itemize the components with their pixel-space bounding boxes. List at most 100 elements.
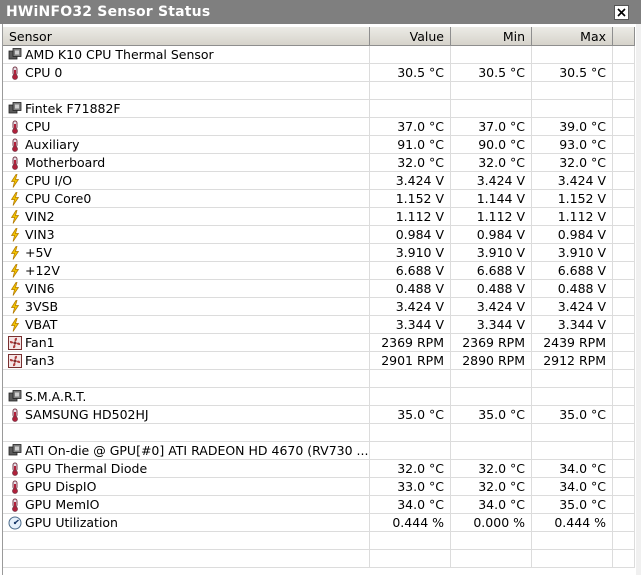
sensor-value-text: 1.112 V	[395, 209, 444, 224]
sensor-min-text: 37.0 °C	[478, 119, 525, 134]
sensor-max-text: 35.0 °C	[559, 497, 606, 512]
sensor-row[interactable]: +5V 3.910 V 3.910 V 3.910 V	[3, 244, 635, 262]
sensor-min-text: 32.0 °C	[478, 155, 525, 170]
sensor-row[interactable]: VIN2 1.112 V 1.112 V 1.112 V	[3, 208, 635, 226]
thermometer-icon	[8, 156, 22, 170]
sensor-min: 90.0 °C	[451, 136, 532, 154]
sensor-max-text: 3.424 V	[557, 299, 606, 314]
sensor-value: 0.984 V	[370, 226, 451, 244]
sensor-value-text: 91.0 °C	[397, 137, 444, 152]
sensor-name: VIN2	[3, 208, 370, 226]
sensor-value	[370, 550, 451, 568]
sensor-row[interactable]: GPU DispIO 33.0 °C 32.0 °C 34.0 °C	[3, 478, 635, 496]
sensor-name: GPU Thermal Diode	[3, 460, 370, 478]
sensor-min	[451, 46, 532, 64]
sensor-row[interactable]: VIN3 0.984 V 0.984 V 0.984 V	[3, 226, 635, 244]
lightning-icon	[8, 174, 22, 188]
sensor-name-text: GPU Utilization	[25, 515, 118, 530]
row-spacer	[613, 136, 635, 154]
column-header-max[interactable]: Max	[532, 27, 613, 46]
sensor-row[interactable]: Fan1 2369 RPM 2369 RPM 2439 RPM	[3, 334, 635, 352]
lightning-icon	[8, 192, 22, 206]
lightning-icon	[8, 282, 22, 296]
sensor-max-text: 34.0 °C	[559, 479, 606, 494]
sensor-min: 1.144 V	[451, 190, 532, 208]
sensor-row[interactable]: Motherboard 32.0 °C 32.0 °C 32.0 °C	[3, 154, 635, 172]
sensor-row[interactable]: CPU 37.0 °C 37.0 °C 39.0 °C	[3, 118, 635, 136]
sensor-value: 6.688 V	[370, 262, 451, 280]
sensor-name-text: CPU	[25, 119, 51, 134]
sensor-name: SAMSUNG HD502HJ	[3, 406, 370, 424]
sensor-value: 37.0 °C	[370, 118, 451, 136]
sensor-value-text: 3.910 V	[395, 245, 444, 260]
chip-icon	[8, 390, 22, 404]
sensor-row[interactable]: SAMSUNG HD502HJ 35.0 °C 35.0 °C 35.0 °C	[3, 406, 635, 424]
sensor-min: 3.424 V	[451, 172, 532, 190]
window-title: HWiNFO32 Sensor Status	[6, 4, 211, 20]
sensor-min-text: 32.0 °C	[478, 461, 525, 476]
sensor-row[interactable]: CPU 0 30.5 °C 30.5 °C 30.5 °C	[3, 64, 635, 82]
sensor-name: S.M.A.R.T.	[3, 388, 370, 406]
sensor-name: GPU Utilization	[3, 514, 370, 532]
column-header-sensor[interactable]: Sensor	[3, 27, 370, 46]
sensor-value: 91.0 °C	[370, 136, 451, 154]
sensor-group-row[interactable]: ATI On-die @ GPU[#0] ATI RADEON HD 4670 …	[3, 442, 635, 460]
sensor-value-text: 32.0 °C	[397, 155, 444, 170]
sensor-name: CPU	[3, 118, 370, 136]
lightning-icon	[8, 300, 22, 314]
sensor-name: GPU MemIO	[3, 496, 370, 514]
row-spacer	[613, 208, 635, 226]
sensor-max: 0.444 %	[532, 514, 613, 532]
sensor-max: 93.0 °C	[532, 136, 613, 154]
sensor-min: 34.0 °C	[451, 496, 532, 514]
sensor-row[interactable]: VBAT 3.344 V 3.344 V 3.344 V	[3, 316, 635, 334]
sensor-max: 3.910 V	[532, 244, 613, 262]
sensor-name-text: VBAT	[25, 317, 58, 332]
sensor-row[interactable]: GPU MemIO 34.0 °C 34.0 °C 35.0 °C	[3, 496, 635, 514]
column-header-value[interactable]: Value	[370, 27, 451, 46]
sensor-row[interactable]: GPU Thermal Diode 32.0 °C 32.0 °C 34.0 °C	[3, 460, 635, 478]
sensor-value-text: 0.488 V	[395, 281, 444, 296]
sensor-name: CPU 0	[3, 64, 370, 82]
thermometer-icon	[8, 498, 22, 512]
sensor-max: 34.0 °C	[532, 460, 613, 478]
thermometer-icon	[8, 138, 22, 152]
sensor-max: 1.112 V	[532, 208, 613, 226]
sensor-name-text: VIN3	[25, 227, 55, 242]
sensor-value: 30.5 °C	[370, 64, 451, 82]
sensor-value	[370, 442, 451, 460]
sensor-row[interactable]: CPU Core0 1.152 V 1.144 V 1.152 V	[3, 190, 635, 208]
sensor-row[interactable]: VIN6 0.488 V 0.488 V 0.488 V	[3, 280, 635, 298]
sensor-value-text: 0.444 %	[392, 515, 444, 530]
sensor-group-row[interactable]: S.M.A.R.T.	[3, 388, 635, 406]
sensor-min: 0.488 V	[451, 280, 532, 298]
sensor-row[interactable]: 3VSB 3.424 V 3.424 V 3.424 V	[3, 298, 635, 316]
column-header-min[interactable]: Min	[451, 27, 532, 46]
sensor-value-text: 2369 RPM	[381, 335, 444, 350]
sensor-min-text: 0.000 %	[473, 515, 525, 530]
sensor-row[interactable]: CPU I/O 3.424 V 3.424 V 3.424 V	[3, 172, 635, 190]
row-spacer	[613, 226, 635, 244]
sensor-value-text: 34.0 °C	[397, 497, 444, 512]
sensor-row[interactable]: Auxiliary 91.0 °C 90.0 °C 93.0 °C	[3, 136, 635, 154]
sensor-row[interactable]: +12V 6.688 V 6.688 V 6.688 V	[3, 262, 635, 280]
sensor-max-text: 3.344 V	[557, 317, 606, 332]
sensor-row[interactable]: GPU Utilization 0.444 % 0.000 % 0.444 %	[3, 514, 635, 532]
sensor-max	[532, 442, 613, 460]
sensor-min-text: 35.0 °C	[478, 407, 525, 422]
title-bar[interactable]: HWiNFO32 Sensor Status	[0, 0, 641, 24]
sensor-name: VIN3	[3, 226, 370, 244]
sensor-max-text: 1.112 V	[557, 209, 606, 224]
sensor-value: 1.152 V	[370, 190, 451, 208]
row-spacer	[613, 316, 635, 334]
sensor-max: 2439 RPM	[532, 334, 613, 352]
sensor-row[interactable]: Fan3 2901 RPM 2890 RPM 2912 RPM	[3, 352, 635, 370]
sensor-min: 32.0 °C	[451, 154, 532, 172]
close-icon	[617, 8, 626, 17]
sensor-group-row[interactable]: AMD K10 CPU Thermal Sensor	[3, 46, 635, 64]
chip-icon	[8, 48, 22, 62]
sensor-min	[451, 550, 532, 568]
sensor-name: VIN6	[3, 280, 370, 298]
close-button[interactable]	[614, 5, 629, 20]
sensor-group-row[interactable]: Fintek F71882F	[3, 100, 635, 118]
